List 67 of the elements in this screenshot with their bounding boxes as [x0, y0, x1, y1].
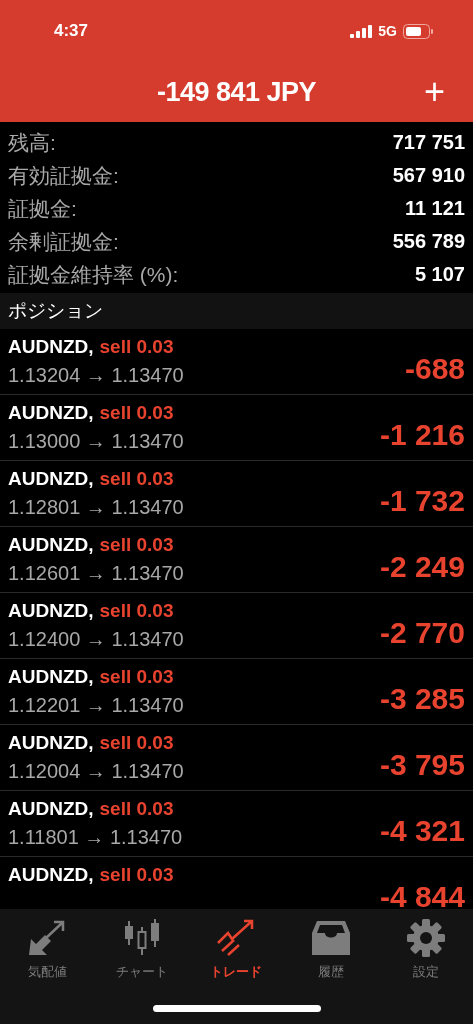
position-profit: -3 285 — [379, 681, 465, 716]
position-prices: 1.13000 → 1.13470 — [8, 429, 184, 454]
position-row[interactable]: AUDNZD, sell 0.03 1.13204 → 1.13470 -688 — [0, 329, 473, 395]
summary-label: 有効証拠金: — [8, 162, 119, 189]
position-symbol: AUDNZD, — [8, 599, 94, 622]
inbox-tray-icon — [311, 919, 352, 957]
position-row[interactable]: AUDNZD, sell 0.03 1.12004 → 1.13470 -3 795 — [0, 725, 473, 791]
tab[interactable]: トレード — [189, 909, 284, 991]
summary-value: 556 789 — [392, 230, 465, 253]
position-profit: -2 249 — [379, 549, 465, 584]
signal-icon — [350, 24, 373, 38]
summary-value: 717 751 — [392, 131, 465, 154]
battery-icon — [403, 23, 433, 39]
tab[interactable]: チャート — [94, 909, 190, 991]
position-order: sell 0.03 — [99, 797, 174, 820]
position-row[interactable]: AUDNZD, sell 0.03 1.12400 → 1.13470 -2 770 — [0, 593, 473, 659]
position-symbol: AUDNZD, — [8, 797, 94, 820]
position-prices: 1.12801 → 1.13470 — [8, 495, 184, 520]
position-symbol: AUDNZD, — [8, 401, 94, 424]
position-profit: -4 321 — [379, 813, 465, 848]
summary-label: 証拠金: — [8, 195, 77, 222]
position-order: sell 0.03 — [99, 863, 174, 886]
summary-label: 証拠金維持率 (%): — [8, 261, 179, 288]
position-order: sell 0.03 — [99, 599, 174, 622]
add-button[interactable]: + — [419, 74, 449, 110]
position-symbol: AUDNZD, — [8, 467, 94, 490]
position-profit: -1 216 — [379, 417, 465, 452]
position-order: sell 0.03 — [99, 401, 174, 424]
balance-title: -149 841 JPY — [156, 76, 317, 108]
position-prices: 1.12004 → 1.13470 — [8, 759, 184, 784]
position-order: sell 0.03 — [99, 335, 174, 358]
position-symbol: AUDNZD, — [8, 335, 94, 358]
position-prices: 1.13204 → 1.13470 — [8, 363, 184, 388]
position-row[interactable]: AUDNZD, sell 0.03 1.13000 → 1.13470 -1 216 — [0, 395, 473, 461]
position-prices: 1.11801 → 1.13470 — [8, 825, 183, 850]
position-order: sell 0.03 — [99, 533, 174, 556]
position-profit: -1 732 — [379, 483, 465, 518]
position-profit: -4 844 — [379, 879, 465, 909]
position-prices: 1.12601 → 1.13470 — [8, 561, 184, 586]
position-profit: -2 770 — [379, 615, 465, 650]
section-title: ポジション — [8, 299, 103, 323]
status-time: 4:37 — [54, 21, 89, 41]
position-prices: 1.12201 → 1.13470 — [8, 693, 184, 718]
position-symbol: AUDNZD, — [8, 731, 94, 754]
position-row[interactable]: AUDNZD, sell 0.03 1.12201 → 1.13470 -3 285 — [0, 659, 473, 725]
network-label: 5G — [378, 23, 397, 39]
position-row[interactable]: AUDNZD, sell 0.03 1.12801 → 1.13470 -1 732 — [0, 461, 473, 527]
tab[interactable]: 気配値 — [0, 909, 95, 991]
position-profit: -688 — [404, 351, 465, 386]
position-prices: 1.12400 → 1.13470 — [8, 627, 184, 652]
summary-label: 残高: — [8, 129, 56, 156]
summary-label: 余剰証拠金: — [8, 228, 119, 255]
position-symbol: AUDNZD, — [8, 533, 94, 556]
position-symbol: AUDNZD, — [8, 863, 94, 886]
position-order: sell 0.03 — [99, 731, 174, 754]
position-order: sell 0.03 — [99, 665, 174, 688]
summary-value: 5 107 — [414, 263, 465, 286]
settings-icon — [405, 919, 446, 957]
tab[interactable]: 設定 — [378, 909, 473, 991]
summary-value: 11 121 — [404, 197, 465, 220]
tab[interactable]: 履歴 — [283, 909, 379, 991]
position-row[interactable]: AUDNZD, sell 0.03 1.12601 → 1.13470 -2 249 — [0, 527, 473, 593]
position-profit: -3 795 — [379, 747, 465, 782]
summary-value: 567 910 — [392, 164, 465, 187]
position-row[interactable]: AUDNZD, sell 0.03 1.11801 → 1.13470 -4 321 — [0, 791, 473, 857]
position-order: sell 0.03 — [99, 467, 174, 490]
position-symbol: AUDNZD, — [8, 665, 94, 688]
